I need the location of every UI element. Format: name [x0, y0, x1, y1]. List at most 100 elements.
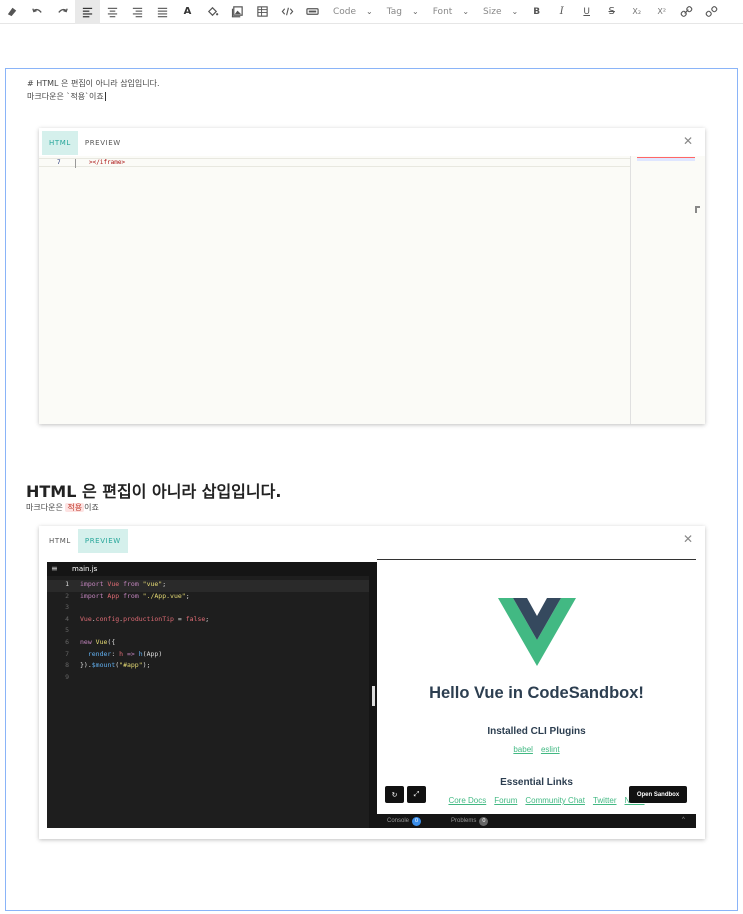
essential-link[interactable]: Forum [494, 796, 517, 805]
card-tabs: HTML PREVIEW [42, 529, 128, 553]
plugin-link[interactable]: babel [513, 745, 533, 754]
redo-icon[interactable] [50, 0, 75, 24]
align-left-icon[interactable] [75, 0, 100, 24]
code-text: }).$mount("#app"); [80, 661, 151, 670]
chevron-down-icon: ⌄ [412, 7, 419, 16]
line-number: 3 [65, 603, 69, 612]
sandbox-code[interactable]: 1 import Vue from "vue"; 2 import App from … [47, 580, 369, 684]
problems-tab[interactable]: Problems 0 [451, 817, 489, 826]
tab-html[interactable]: HTML [42, 529, 78, 553]
code-line: 2 import App from "./App.vue"; [47, 592, 369, 604]
strikethrough-label: S [608, 6, 615, 17]
code-line: 7 ></iframe> [39, 158, 630, 168]
external-link-icon: ⤢ [413, 790, 420, 798]
font-color-label: A [183, 6, 192, 17]
sandbox-status-bar: Console 0 Problems 0 ^ [377, 814, 696, 828]
unlink-icon[interactable] [699, 0, 724, 24]
close-icon[interactable]: ✕ [683, 135, 693, 147]
tab-preview[interactable]: PREVIEW [77, 529, 128, 553]
chevron-down-icon: ⌄ [366, 7, 373, 16]
font-dropdown[interactable]: Font ⌄ [425, 0, 475, 24]
essential-link[interactable]: Community Chat [525, 796, 585, 805]
italic-button[interactable]: I [549, 0, 574, 24]
close-icon[interactable]: ✕ [683, 533, 693, 545]
align-center-icon[interactable] [100, 0, 125, 24]
code-text: ></iframe> [89, 159, 126, 166]
bold-button[interactable]: B [524, 0, 549, 24]
file-name[interactable]: main.js [72, 565, 97, 573]
line-number: 2 [65, 591, 69, 600]
minimap-scroll-marker[interactable] [695, 206, 700, 213]
tag-dropdown[interactable]: Tag ⌄ [379, 0, 425, 24]
problems-label: Problems [451, 818, 477, 824]
editor-area[interactable]: # HTML 은 편집이 아니라 삽입입니다. 마크다운은 `적용`이죠 HTM… [5, 68, 738, 911]
size-dropdown-label: Size [483, 6, 502, 17]
gutter-divider [75, 159, 76, 168]
sandbox-editor[interactable]: ≡ main.js 1 import Vue from "vue"; 2 import… [47, 562, 369, 828]
code-text: Vue.config.productionTip = false; [80, 614, 210, 623]
tag-dropdown-label: Tag [386, 6, 402, 17]
font-dropdown-label: Font [432, 6, 453, 17]
preview-title: Hello Vue in CodeSandbox! [429, 684, 644, 702]
vue-logo-icon [498, 598, 576, 666]
align-right-icon[interactable] [125, 0, 150, 24]
markdown-line-2[interactable]: 마크다운은 `적용`이죠 [27, 91, 106, 102]
size-dropdown[interactable]: Size ⌄ [475, 0, 524, 24]
code-text: new Vue({ [80, 637, 116, 646]
code-dropdown[interactable]: Code ⌄ [325, 0, 379, 24]
code-line: 7 render: h => h(App) [47, 650, 369, 662]
console-label: Console [387, 818, 410, 824]
embed-icon[interactable] [300, 0, 325, 24]
pane-resize-handle[interactable] [372, 686, 375, 706]
image-icon[interactable] [225, 0, 250, 24]
minimap[interactable] [630, 156, 705, 424]
essential-link[interactable]: Twitter [593, 796, 617, 805]
align-justify-icon[interactable] [150, 0, 175, 24]
html-embed-card: HTML PREVIEW ✕ 7 ></iframe> [39, 128, 705, 424]
codesandbox-embed: ≡ main.js 1 import Vue from "vue"; 2 import… [47, 562, 696, 828]
bold-label: B [533, 6, 541, 17]
underline-label: U [583, 6, 590, 17]
paragraph-text-after: 이죠 [84, 503, 99, 512]
console-count-badge: 0 [412, 817, 422, 826]
refresh-button[interactable]: ↻ [385, 786, 404, 803]
font-color-icon[interactable]: A [175, 0, 200, 24]
code-line: 9 [47, 673, 369, 685]
chevron-down-icon: ⌄ [462, 7, 470, 16]
chevron-up-icon[interactable]: ^ [682, 817, 685, 823]
underline-button[interactable]: U [574, 0, 599, 24]
plugin-link[interactable]: eslint [541, 745, 560, 754]
essential-link[interactable]: Core Docs [448, 796, 486, 805]
strikethrough-button[interactable]: S [599, 0, 624, 24]
tab-html[interactable]: HTML [42, 131, 78, 155]
code-dropdown-label: Code [333, 6, 357, 17]
code-editor[interactable]: 7 ></iframe> [39, 156, 630, 424]
file-tab-bar: ≡ main.js [47, 562, 369, 576]
chevron-down-icon: ⌄ [511, 7, 519, 16]
undo-icon[interactable] [25, 0, 50, 24]
sandbox-preview: Hello Vue in CodeSandbox! Installed CLI … [377, 562, 696, 814]
superscript-button[interactable]: X² [649, 0, 674, 24]
table-icon[interactable] [250, 0, 275, 24]
italic-label: I [559, 6, 564, 17]
code-line: 4 Vue.config.productionTip = false; [47, 615, 369, 627]
preview-embed-card: HTML PREVIEW ✕ ≡ main.js 1 import Vue fro… [39, 526, 705, 839]
open-sandbox-button[interactable]: Open Sandbox [629, 786, 687, 803]
fill-color-icon[interactable] [200, 0, 225, 24]
preview-header-divider [377, 559, 696, 560]
code-text: import Vue from "vue"; [80, 580, 167, 588]
code-line: 6 new Vue({ [47, 638, 369, 650]
code-line: 1 import Vue from "vue"; [47, 580, 369, 592]
menu-icon[interactable]: ≡ [51, 564, 58, 573]
refresh-icon: ↻ [391, 790, 398, 799]
line-number: 7 [57, 159, 61, 166]
eraser-icon[interactable] [0, 0, 25, 24]
markdown-line-1[interactable]: # HTML 은 편집이 아니라 삽입입니다. [27, 78, 160, 89]
subscript-button[interactable]: X₂ [624, 0, 649, 24]
code-icon[interactable] [275, 0, 300, 24]
line-number: 9 [65, 672, 69, 681]
tab-preview[interactable]: PREVIEW [78, 131, 128, 155]
open-new-window-button[interactable]: ⤢ [407, 786, 426, 803]
console-tab[interactable]: Console 0 [387, 817, 422, 826]
link-icon[interactable] [674, 0, 699, 24]
